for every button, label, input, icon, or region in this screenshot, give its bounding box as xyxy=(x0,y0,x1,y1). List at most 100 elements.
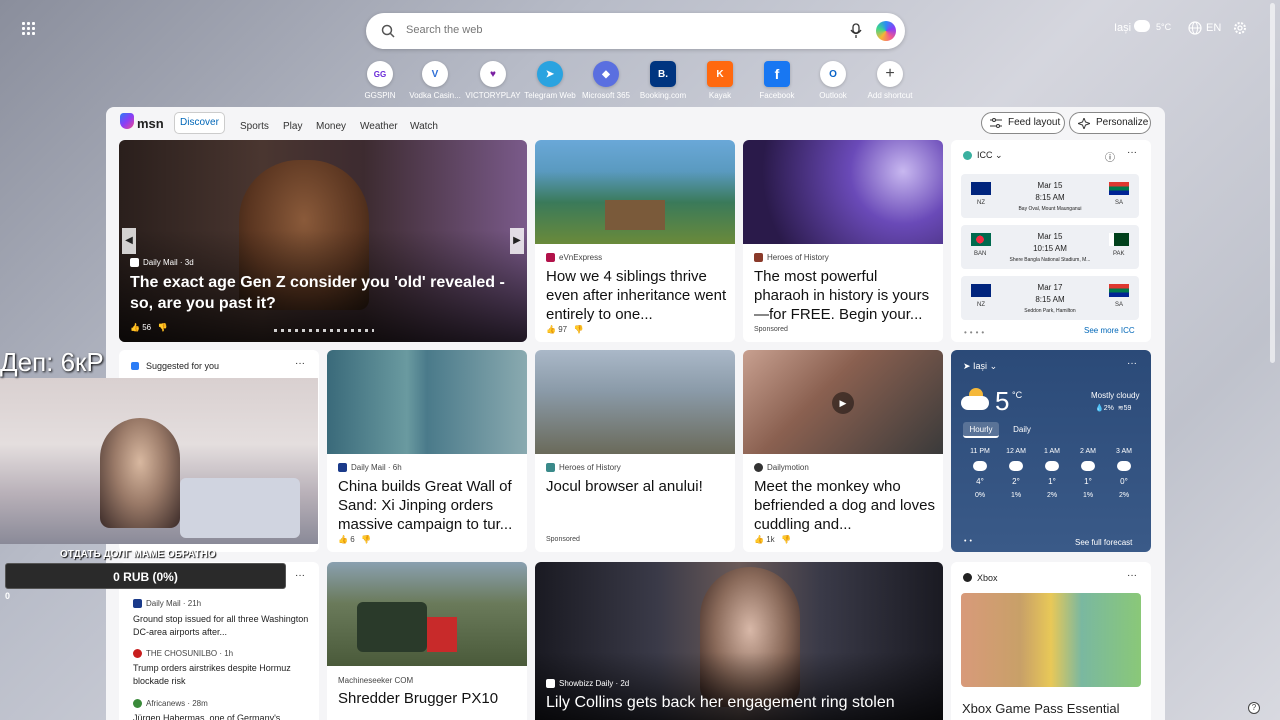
match-row[interactable]: NZ Mar 17 8:15 AM Seddon Park, Hamilton … xyxy=(961,276,1139,320)
hero-card[interactable]: ◀ ▶ Daily Mail · 3d The exact age Gen Z … xyxy=(119,140,527,342)
heroes-of-history-icon xyxy=(754,253,763,262)
top-temp[interactable]: 5°C xyxy=(1156,22,1171,32)
shortcut-kayak[interactable]: K Kayak xyxy=(688,61,752,100)
weather-temp: 5 xyxy=(995,386,1010,416)
article-title[interactable]: Jocul browser al anului! xyxy=(546,477,728,496)
search-input[interactable]: Search the web xyxy=(406,24,482,36)
donate-overlay-text: ОТДАТЬ ДОЛГ МАМЕ ОБРАТНО xyxy=(60,549,216,560)
gear-icon[interactable] xyxy=(1233,21,1247,35)
large-article-card[interactable]: Showbizz Daily · 2d Lily Collins gets ba… xyxy=(535,562,943,720)
pager-dots[interactable]: •••• xyxy=(964,328,987,337)
cloud-icon xyxy=(1045,461,1059,471)
microphone-icon[interactable] xyxy=(850,23,862,39)
scrollbar[interactable] xyxy=(1270,3,1275,363)
match-venue: Shere Bangla National Stadium, M... xyxy=(1009,257,1091,263)
article-card[interactable]: eVnExpress How we 4 siblings thrive even… xyxy=(535,140,735,342)
sponsored-card[interactable]: Heroes of History The most powerful phar… xyxy=(743,140,943,342)
language-label[interactable]: EN xyxy=(1206,22,1221,34)
article-title[interactable]: The most powerful pharaoh in history is … xyxy=(754,267,936,324)
play-icon[interactable]: ▶ xyxy=(832,392,854,414)
prev-arrow-icon[interactable]: ◀ xyxy=(122,228,136,254)
tab-sports[interactable]: Sports xyxy=(240,121,269,132)
video-card[interactable]: ▶ Dailymotion Meet the monkey who befrie… xyxy=(743,350,943,552)
shortcut-label: Facebook xyxy=(759,91,795,100)
xbox-card-title[interactable]: Xbox Game Pass Essential xyxy=(962,701,1120,716)
location-label[interactable]: Iași xyxy=(1114,22,1131,34)
shortcut-facebook[interactable]: f Facebook xyxy=(745,61,809,100)
hour-col: 11 PM 4° 0% xyxy=(966,448,994,499)
add-shortcut-button[interactable]: + Add shortcut xyxy=(858,61,922,100)
shortcut-vodka[interactable]: V Vodka Casin... xyxy=(403,61,467,100)
shortcut-label: Booking.com xyxy=(639,91,687,100)
msn-logo[interactable]: msn xyxy=(137,116,164,131)
personalize-button[interactable]: Personalize xyxy=(1069,112,1151,134)
xbox-card[interactable]: Xbox ··· Xbox Game Pass Essential xyxy=(951,562,1151,720)
more-icon[interactable]: ··· xyxy=(1127,570,1137,581)
hour-col: 3 AM 0° 2% xyxy=(1110,448,1138,499)
pager-dots[interactable]: •• xyxy=(964,538,975,545)
like-button[interactable]: 👍 1k 👎 xyxy=(754,535,791,544)
more-icon[interactable]: ··· xyxy=(295,570,305,581)
article-title[interactable]: How we 4 siblings thrive even after inhe… xyxy=(546,267,728,324)
tab-weather[interactable]: Weather xyxy=(360,121,398,132)
match-row[interactable]: NZ Mar 15 8:15 AM Bay Oval, Mount Maunga… xyxy=(961,174,1139,218)
sponsored-label: Sponsored xyxy=(546,536,580,543)
apps-launcher-icon[interactable] xyxy=(22,22,36,36)
article-card[interactable]: Machineseeker COM Shredder Brugger PX10 xyxy=(327,562,527,720)
cloud-icon xyxy=(1134,20,1150,32)
copilot-icon[interactable] xyxy=(876,21,896,41)
match-row[interactable]: BAN Mar 15 10:15 AM Shere Bangla Nationa… xyxy=(961,225,1139,269)
article-title[interactable]: China builds Great Wall of Sand: Xi Jinp… xyxy=(338,477,520,534)
help-icon[interactable]: ? xyxy=(1248,702,1260,714)
tab-money[interactable]: Money xyxy=(316,121,346,132)
article-title[interactable]: Lily Collins gets back her engagement ri… xyxy=(546,694,895,712)
tab-watch[interactable]: Watch xyxy=(410,121,438,132)
shortcut-telegram[interactable]: ➤ Telegram Web xyxy=(518,61,582,100)
partly-cloudy-icon xyxy=(961,388,991,412)
list-item[interactable]: Jürgen Habermas, one of Germany's... xyxy=(133,712,309,720)
shortcut-label: VICTORYPLAY xyxy=(465,91,521,100)
carousel-dots[interactable] xyxy=(274,329,374,332)
hero-like-button[interactable]: 👍 56 👎 xyxy=(130,323,168,332)
tab-hourly[interactable]: Hourly xyxy=(963,422,999,438)
list-item[interactable]: Ground stop issued for all three Washing… xyxy=(133,613,309,639)
next-arrow-icon[interactable]: ▶ xyxy=(510,228,524,254)
article-card[interactable]: Daily Mail · 6h China builds Great Wall … xyxy=(327,350,527,552)
more-icon[interactable]: ··· xyxy=(1127,147,1137,158)
hour-label: 3 AM xyxy=(1116,448,1132,455)
like-button[interactable]: 👍 97 👎 xyxy=(546,325,584,334)
icc-widget[interactable]: ICC ⌄ ⓘ ··· NZ Mar 15 8:15 AM Bay Oval, … xyxy=(951,140,1151,342)
tab-daily[interactable]: Daily xyxy=(1007,422,1037,438)
see-more-icc-link[interactable]: See more ICC xyxy=(1084,326,1135,335)
globe-icon[interactable] xyxy=(1188,21,1202,35)
icc-title[interactable]: ICC ⌄ xyxy=(977,150,1003,161)
tab-play[interactable]: Play xyxy=(283,121,302,132)
more-icon[interactable]: ··· xyxy=(295,358,305,369)
like-button[interactable]: 👍 6 👎 xyxy=(338,535,371,544)
shortcut-microsoft365[interactable]: ◆ Microsoft 365 xyxy=(574,61,638,100)
see-full-forecast-link[interactable]: See full forecast xyxy=(1075,538,1132,547)
source-label: Dailymotion xyxy=(767,463,809,472)
more-icon[interactable]: ··· xyxy=(1127,358,1137,369)
hero-title[interactable]: The exact age Gen Z consider you 'old' r… xyxy=(130,272,520,314)
tab-discover[interactable]: Discover xyxy=(174,112,225,134)
shortcut-booking[interactable]: B. Booking.com xyxy=(631,61,695,100)
icc-title-label: ICC xyxy=(977,150,993,160)
shortcut-victoryplay[interactable]: ♥ VICTORYPLAY xyxy=(461,61,525,100)
article-title[interactable]: Meet the monkey who befriended a dog and… xyxy=(754,477,936,534)
feed-layout-button[interactable]: Feed layout xyxy=(981,112,1065,134)
webcam-overlay xyxy=(0,378,318,544)
sponsored-card[interactable]: Heroes of History Jocul browser al anulu… xyxy=(535,350,735,552)
shortcut-outlook[interactable]: O Outlook xyxy=(801,61,865,100)
feed-layout-label: Feed layout xyxy=(1008,117,1061,128)
article-title[interactable]: Shredder Brugger PX10 xyxy=(338,689,520,708)
list-item[interactable]: Trump orders airstrikes despite Hormuz b… xyxy=(133,662,309,688)
info-icon[interactable]: ⓘ xyxy=(1105,149,1115,164)
weather-widget[interactable]: ➤ Iași ⌄ ··· 5 °C Mostly cloudy 💧2% ≋59 … xyxy=(951,350,1151,552)
weather-location[interactable]: ➤ Iași ⌄ xyxy=(963,361,997,372)
dailymail-icon xyxy=(133,599,142,608)
search-bar[interactable]: Search the web xyxy=(366,13,905,49)
shortcut-label: Vodka Casin... xyxy=(409,91,461,100)
msn-logo-icon[interactable] xyxy=(120,113,134,129)
list-source: Daily Mail · 21h xyxy=(133,599,201,608)
